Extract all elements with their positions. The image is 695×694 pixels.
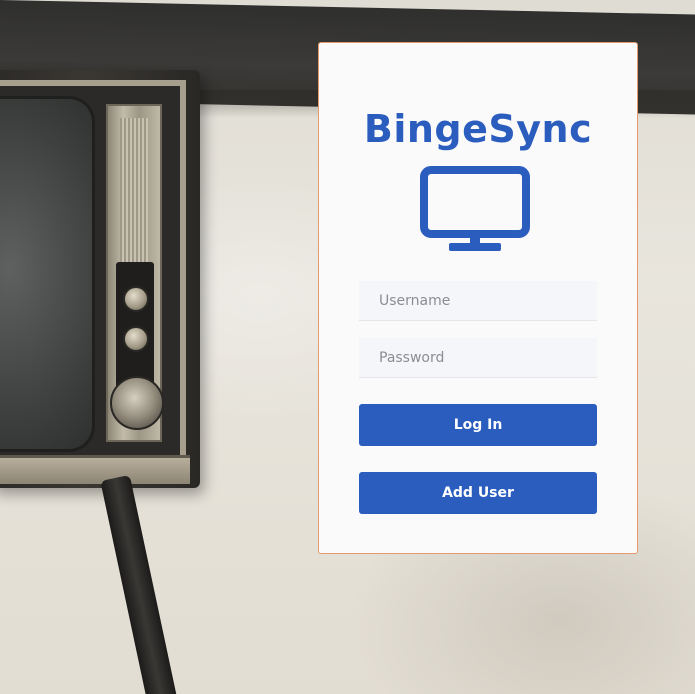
add-user-button[interactable]: Add User [359,472,597,514]
tv-speaker-grille [120,118,148,268]
password-input[interactable] [359,338,597,378]
username-input[interactable] [359,281,597,321]
tv-base [0,455,190,484]
monitor-icon [420,166,530,251]
tv-screen [0,96,95,452]
app-title: BingeSync [363,107,593,151]
tv-channel-dial [110,376,164,430]
tv-knob [123,286,149,312]
login-card: BingeSync Log In Add User [318,42,638,554]
tv-knob [123,326,149,352]
login-button[interactable]: Log In [359,404,597,446]
